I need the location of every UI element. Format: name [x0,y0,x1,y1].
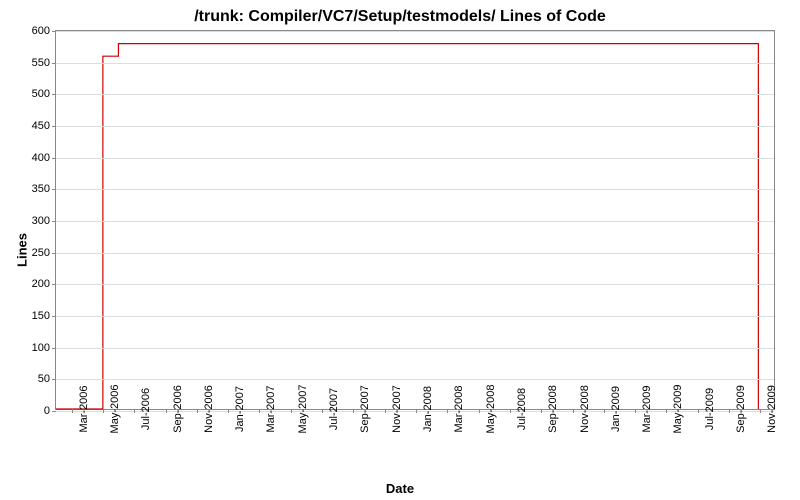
x-axis-label: Date [386,481,414,496]
gridline [56,348,774,349]
ytick-label: 550 [32,57,56,69]
gridline [56,379,774,380]
ytick-label: 450 [32,120,56,132]
gridline [56,126,774,127]
xtick-label: Jul-2008 [510,388,528,430]
ytick-label: 200 [32,278,56,290]
xtick-label: Jul-2007 [322,388,340,430]
ytick-label: 350 [32,183,56,195]
xtick-label: May-2009 [666,385,684,434]
y-axis-label: Lines [14,233,29,267]
ytick-label: 300 [32,215,56,227]
plot-area: 050100150200250300350400450500550600Mar-… [55,30,775,410]
gridline [56,94,774,95]
gridline [56,31,774,32]
gridline [56,221,774,222]
xtick-label: Sep-2009 [729,385,747,433]
xtick-label: Jul-2006 [134,388,152,430]
xtick-label: May-2006 [103,385,121,434]
xtick-label: Nov-2009 [760,385,778,433]
gridline [56,284,774,285]
xtick-label: Sep-2008 [541,385,559,433]
xtick-label: Sep-2007 [353,385,371,433]
xtick-label: Mar-2007 [259,385,277,432]
ytick-label: 100 [32,342,56,354]
ytick-label: 250 [32,247,56,259]
xtick-label: May-2007 [291,385,309,434]
xtick-label: Mar-2008 [447,385,465,432]
ytick-label: 500 [32,88,56,100]
gridline [56,189,774,190]
xtick-label: Nov-2008 [573,385,591,433]
gridline [56,253,774,254]
gridline [56,316,774,317]
xtick-label: Nov-2007 [385,385,403,433]
xtick-label: Jan-2009 [604,386,622,432]
xtick-label: Jan-2008 [416,386,434,432]
ytick-label: 600 [32,25,56,37]
xtick-label: Jul-2009 [698,388,716,430]
xtick-label: Nov-2006 [197,385,215,433]
ytick-label: 0 [44,405,56,417]
data-line [56,31,774,409]
loc-chart: /trunk: Compiler/VC7/Setup/testmodels/ L… [0,0,800,500]
ytick-label: 50 [38,373,56,385]
xtick-label: Mar-2006 [72,385,90,432]
chart-title: /trunk: Compiler/VC7/Setup/testmodels/ L… [0,0,800,26]
xtick-label: May-2008 [479,385,497,434]
xtick-label: Mar-2009 [635,385,653,432]
gridline [56,63,774,64]
ytick-label: 150 [32,310,56,322]
xtick-label: Sep-2006 [166,385,184,433]
ytick-label: 400 [32,152,56,164]
gridline [56,158,774,159]
xtick-label: Jan-2007 [228,386,246,432]
